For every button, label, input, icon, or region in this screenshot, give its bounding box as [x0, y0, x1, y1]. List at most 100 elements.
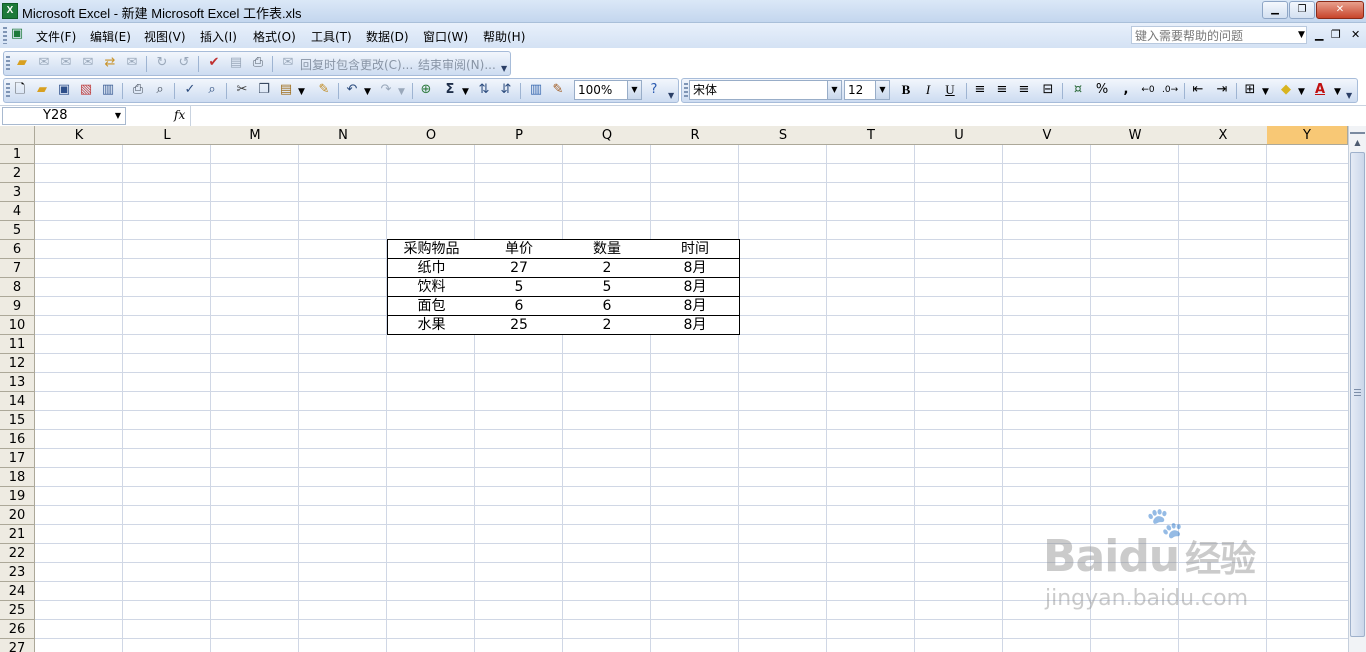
bold-button[interactable]: B	[898, 82, 914, 98]
research-icon[interactable]: ⌕	[204, 82, 220, 98]
autosum-dropdown-icon[interactable]: ▼	[462, 87, 469, 97]
row-header[interactable]: 23	[0, 563, 35, 582]
menu-help[interactable]: 帮助(H)	[483, 28, 525, 45]
table-cell[interactable]: 8月	[651, 278, 740, 297]
merge-center-icon[interactable]: ⊟	[1040, 82, 1056, 98]
doc-restore-button[interactable]: ❐	[1331, 28, 1341, 41]
column-header-o[interactable]: O	[387, 126, 476, 145]
copy-icon[interactable]: ❐	[256, 82, 272, 98]
track-changes-icon[interactable]: ↻	[154, 55, 170, 71]
borders-icon[interactable]: ⊞	[1242, 82, 1258, 98]
restore-button[interactable]: ❐	[1289, 1, 1315, 19]
table-header-time[interactable]: 时间	[651, 239, 740, 259]
font-select[interactable]: 宋体 ▼	[689, 80, 842, 100]
row-header[interactable]: 19	[0, 487, 35, 506]
row-header[interactable]: 5	[0, 221, 35, 240]
table-cell[interactable]: 2	[563, 259, 652, 278]
row-header[interactable]: 15	[0, 411, 35, 430]
increase-indent-icon[interactable]: ⇥	[1214, 82, 1230, 98]
row-header[interactable]: 18	[0, 468, 35, 487]
table-header-price[interactable]: 单价	[475, 239, 564, 259]
font-color-dropdown-icon[interactable]: ▼	[1334, 87, 1341, 97]
toolbar-grip[interactable]	[684, 83, 688, 98]
print-preview-icon[interactable]: ⌕	[152, 82, 168, 98]
decrease-decimal-icon[interactable]: .0→	[1162, 82, 1178, 98]
table-cell[interactable]: 8月	[651, 259, 740, 278]
format-painter-icon[interactable]: ✎	[316, 82, 332, 98]
table-cell[interactable]: 纸巾	[387, 259, 476, 278]
increase-decimal-icon[interactable]: ←0	[1140, 82, 1156, 98]
font-size-select[interactable]: 12 ▼	[844, 80, 890, 100]
sort-ascending-icon[interactable]: ⇅	[476, 82, 492, 98]
table-header-quantity[interactable]: 数量	[563, 239, 652, 259]
row-header[interactable]: 16	[0, 430, 35, 449]
column-header-k[interactable]: K	[35, 126, 124, 145]
fill-color-icon[interactable]: ◆	[1278, 82, 1294, 98]
split-box[interactable]	[1350, 126, 1365, 134]
open-folder-icon[interactable]: ▰	[14, 55, 30, 71]
open-icon[interactable]: ▰	[34, 82, 50, 98]
row-header[interactable]: 27	[0, 639, 35, 652]
font-color-icon[interactable]: A	[1312, 82, 1328, 98]
align-center-icon[interactable]: ≡	[994, 82, 1010, 98]
toolbar-options-icon[interactable]: ▼	[668, 92, 676, 100]
doc-minimize-button[interactable]: ▁	[1315, 28, 1323, 41]
column-header-q[interactable]: Q	[563, 126, 652, 145]
undo-icon[interactable]: ↶	[344, 82, 360, 98]
permission-icon[interactable]: ▧	[78, 82, 94, 98]
table-cell[interactable]: 面包	[387, 297, 476, 316]
vertical-scrollbar[interactable]: ▲	[1348, 126, 1366, 652]
align-right-icon[interactable]: ≡	[1016, 82, 1032, 98]
row-header[interactable]: 11	[0, 335, 35, 354]
row-header[interactable]: 17	[0, 449, 35, 468]
row-header[interactable]: 12	[0, 354, 35, 373]
row-header[interactable]: 20	[0, 506, 35, 525]
table-cell[interactable]: 6	[563, 297, 652, 316]
table-cell[interactable]: 2	[563, 316, 652, 335]
scroll-thumb[interactable]	[1350, 152, 1365, 637]
reply-changes-icon[interactable]: ✉	[280, 55, 296, 71]
row-header[interactable]: 26	[0, 620, 35, 639]
column-header-x[interactable]: X	[1179, 126, 1268, 145]
column-header-s[interactable]: S	[739, 126, 828, 145]
zoom-dropdown-icon[interactable]: ▼	[627, 81, 641, 99]
align-left-icon[interactable]: ≡	[972, 82, 988, 98]
table-cell[interactable]: 饮料	[387, 278, 476, 297]
undo-dropdown-icon[interactable]: ▼	[364, 87, 371, 97]
row-header[interactable]: 25	[0, 601, 35, 620]
column-header-y[interactable]: Y	[1267, 126, 1348, 145]
toolbar-options-icon[interactable]: ▼	[1346, 92, 1354, 100]
help-question-input[interactable]: 键入需要帮助的问题	[1131, 26, 1307, 44]
table-cell[interactable]: 5	[563, 278, 652, 297]
column-header-l[interactable]: L	[123, 126, 212, 145]
menubar-grip[interactable]	[3, 27, 7, 44]
formula-input[interactable]	[190, 106, 1366, 126]
column-header-p[interactable]: P	[475, 126, 564, 145]
column-header-t[interactable]: T	[827, 126, 916, 145]
end-review-button[interactable]: 结束审阅(N)...	[418, 56, 496, 73]
row-header[interactable]: 21	[0, 525, 35, 544]
column-header-r[interactable]: R	[651, 126, 740, 145]
font-dropdown-icon[interactable]: ▼	[827, 81, 841, 99]
paste-icon[interactable]: ▤	[278, 82, 294, 98]
menu-file[interactable]: 文件(F)	[36, 28, 76, 45]
borders-dropdown-icon[interactable]: ▼	[1262, 87, 1269, 97]
save-icon[interactable]: ▣	[56, 82, 72, 98]
chart-wizard-icon[interactable]: ▥	[528, 82, 544, 98]
close-button[interactable]: ✕	[1316, 1, 1364, 19]
table-header-item[interactable]: 采购物品	[387, 239, 476, 259]
row-header[interactable]: 1	[0, 145, 35, 164]
menu-insert[interactable]: 插入(I)	[200, 28, 237, 45]
underline-button[interactable]: U	[942, 82, 958, 98]
decrease-indent-icon[interactable]: ⇤	[1190, 82, 1206, 98]
percent-button[interactable]: %	[1094, 82, 1110, 98]
row-header[interactable]: 4	[0, 202, 35, 221]
row-header[interactable]: 6	[0, 240, 35, 259]
menu-data[interactable]: 数据(D)	[366, 28, 409, 45]
menu-window[interactable]: 窗口(W)	[423, 28, 468, 45]
row-header[interactable]: 13	[0, 373, 35, 392]
table-cell[interactable]: 8月	[651, 316, 740, 335]
mail-icon[interactable]: ✉	[80, 55, 96, 71]
scroll-up-icon[interactable]: ▲	[1350, 135, 1365, 150]
column-header-m[interactable]: M	[211, 126, 300, 145]
